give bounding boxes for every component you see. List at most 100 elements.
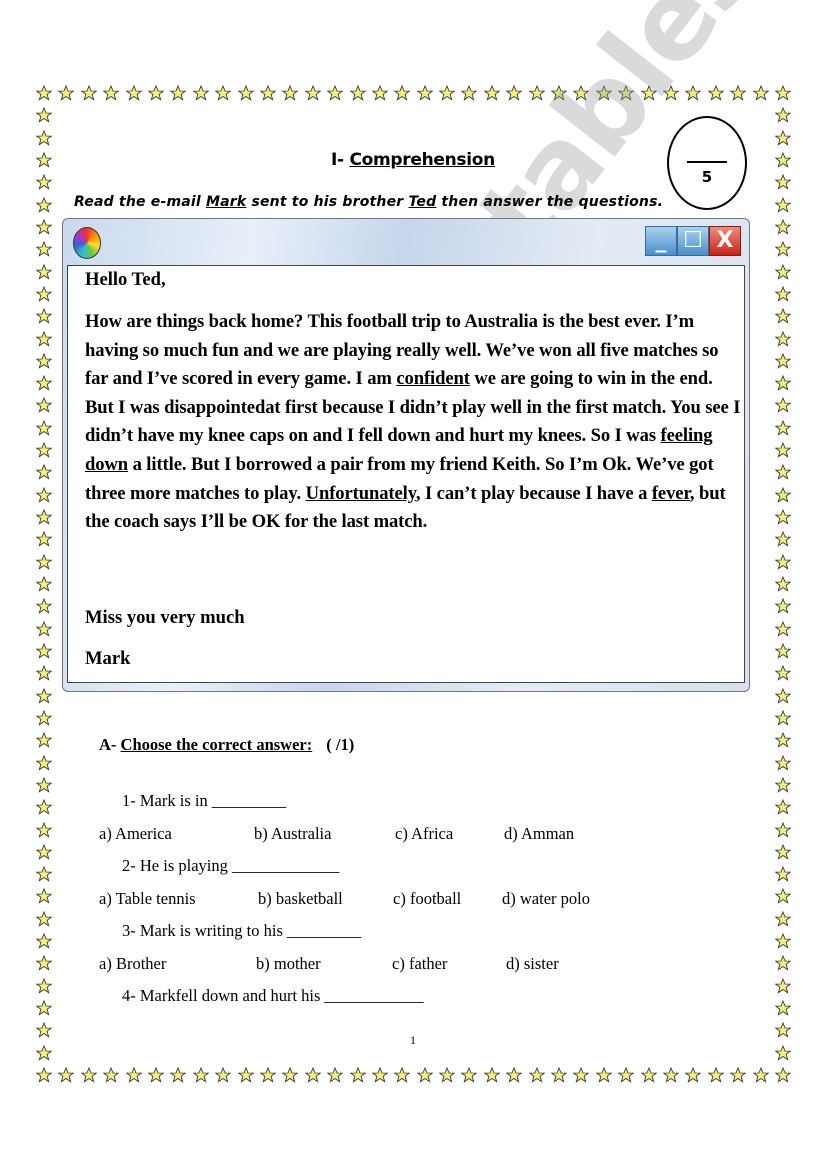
star-icon: [774, 575, 792, 592]
star-icon: [124, 1066, 143, 1083]
star-icon: [438, 1066, 456, 1083]
text-segment: , I can’t play because I have a: [415, 482, 652, 504]
answer-option[interactable]: c) football: [393, 889, 461, 909]
text-segment: then answer the questions.: [436, 194, 664, 210]
answer-option[interactable]: b) mother: [256, 954, 321, 974]
star-icon: [483, 84, 501, 101]
star-icon: [102, 84, 120, 101]
email-signature: Mark: [85, 648, 131, 669]
star-icon: [595, 1066, 613, 1083]
star-icon: [774, 174, 792, 190]
star-icon: [304, 1066, 322, 1083]
star-icon: [774, 620, 792, 637]
star-icon: [35, 977, 53, 994]
answer-option[interactable]: c) father: [392, 954, 447, 974]
star-icon: [684, 84, 702, 101]
star-icon: [572, 1066, 591, 1083]
star-icon: [348, 84, 367, 101]
star-icon: [35, 508, 53, 525]
star-icon: [774, 888, 792, 905]
star-icon: [662, 1066, 680, 1083]
star-icon: [774, 955, 792, 972]
star-icon: [35, 486, 53, 503]
star-icon: [662, 84, 680, 101]
star-icon: [550, 84, 568, 101]
star-icon: [35, 910, 53, 927]
star-icon: [460, 84, 479, 101]
answer-option[interactable]: d) sister: [506, 954, 559, 974]
answer-option[interactable]: b) basketball: [258, 889, 343, 909]
instructions: Read the e-mail Mark sent to his brother…: [74, 194, 663, 210]
star-icon: [505, 84, 523, 101]
star-icon: [35, 665, 53, 681]
star-icon: [35, 174, 53, 190]
question: 2- He is playing _____________: [122, 856, 340, 875]
minimize-button[interactable]: _: [645, 226, 677, 256]
star-icon: [35, 598, 53, 615]
star-icon: [774, 999, 792, 1016]
star-icon: [326, 84, 344, 101]
star-icon: [35, 352, 53, 369]
underlined-word: fever: [651, 482, 690, 504]
star-icon: [774, 598, 792, 615]
star-icon: [774, 263, 792, 280]
star-icon: [35, 84, 53, 101]
star-icon: [774, 865, 792, 882]
star-icon: [80, 84, 98, 101]
star-icon: [752, 1066, 770, 1083]
question: 4- Markfell down and hurt his __________…: [122, 986, 424, 1005]
text-segment: sent to his brother: [246, 194, 409, 210]
answer-option[interactable]: b) Australia: [254, 824, 331, 844]
star-icon: [774, 910, 792, 927]
star-icon: [35, 129, 53, 146]
star-icon: [35, 776, 53, 793]
star-icon: [393, 1066, 411, 1083]
star-icon: [35, 955, 53, 972]
star-icon: [528, 1066, 546, 1083]
answer-option[interactable]: c) Africa: [395, 824, 453, 844]
star-icon: [774, 665, 792, 681]
email-closing: Miss you very much: [85, 607, 245, 628]
star-icon: [774, 932, 792, 949]
star-icon: [35, 196, 53, 213]
star-icon: [416, 84, 434, 101]
star-icon: [281, 1066, 299, 1083]
close-button[interactable]: X: [709, 226, 741, 256]
star-icon: [774, 732, 792, 748]
star-icon: [774, 464, 792, 481]
star-icon: [35, 732, 53, 748]
star-icon: [35, 754, 53, 771]
star-icon: [35, 575, 53, 592]
star-icon: [35, 285, 53, 302]
email-body: Hello Ted, How are things back home? Thi…: [67, 265, 745, 683]
answer-option[interactable]: d) Amman: [504, 824, 574, 844]
star-icon: [774, 531, 792, 548]
star-icon: [57, 1066, 75, 1083]
star-icon: [774, 107, 792, 124]
star-icon: [35, 865, 53, 882]
star-icon: [35, 531, 53, 548]
star-icon: [35, 263, 53, 280]
star-icon: [326, 1066, 344, 1083]
star-icon: [35, 642, 53, 659]
star-icon: [304, 84, 322, 101]
star-icon: [774, 754, 792, 771]
star-icon: [528, 84, 546, 101]
star-icon: [774, 1066, 792, 1083]
star-icon: [774, 441, 792, 458]
maximize-button[interactable]: ☐: [677, 226, 709, 256]
star-icon: [774, 241, 792, 257]
star-icon: [774, 196, 792, 213]
star-icon: [617, 1066, 635, 1083]
answer-option[interactable]: a) Table tennis: [99, 889, 196, 909]
star-icon: [102, 1066, 120, 1083]
answer-option[interactable]: d) water polo: [502, 889, 590, 909]
star-icon: [35, 932, 53, 949]
star-icon: [35, 553, 53, 570]
star-icon: [35, 330, 53, 347]
star-icon: [35, 441, 53, 458]
star-icon: [774, 977, 792, 994]
star-icon: [348, 1066, 367, 1083]
answer-option[interactable]: a) America: [99, 824, 172, 844]
answer-option[interactable]: a) Brother: [99, 954, 166, 974]
